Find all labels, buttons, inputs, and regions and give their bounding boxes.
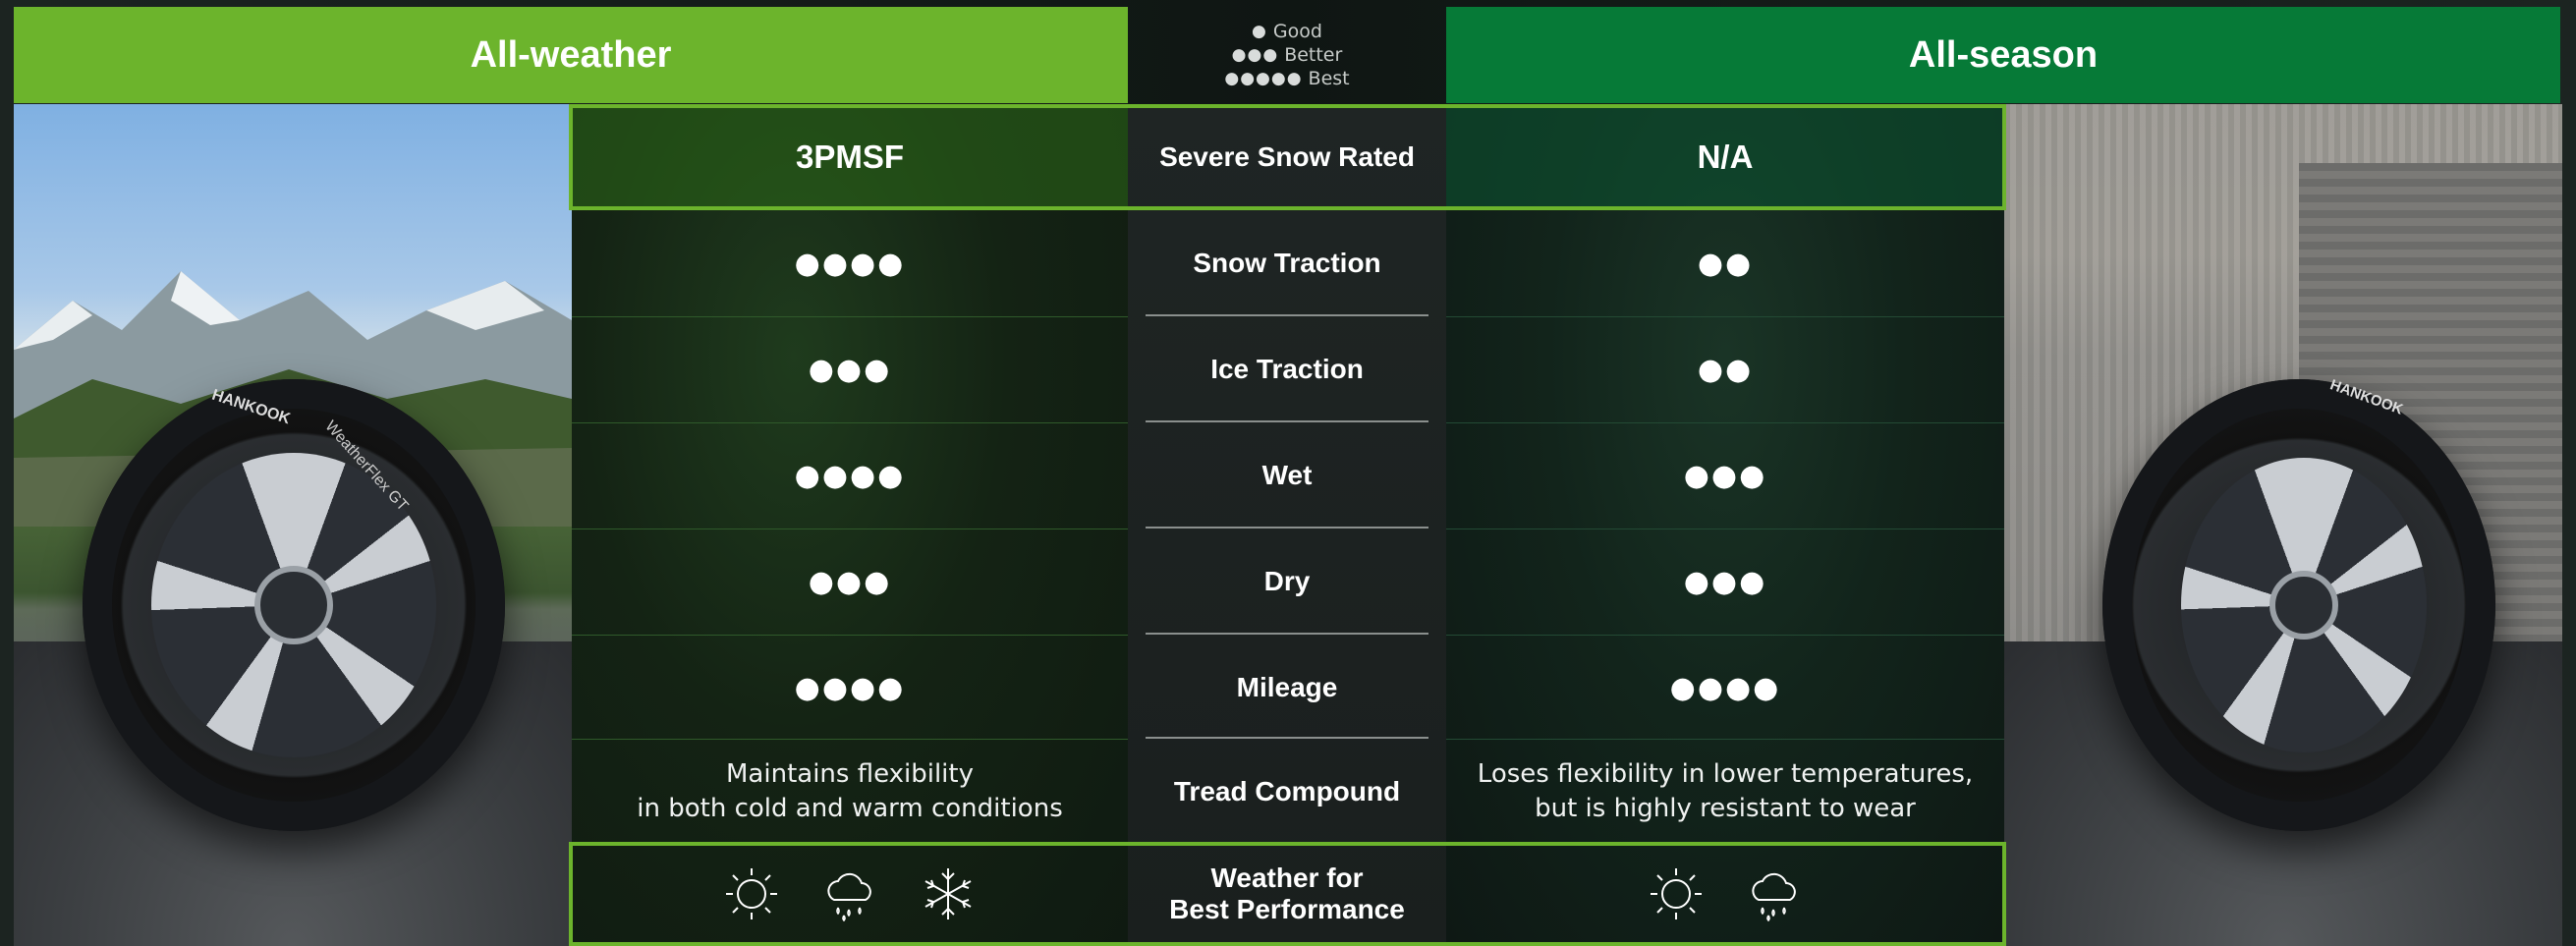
- row-dry-label: Dry: [1128, 529, 1446, 635]
- row-ice-traction-right: ●●: [1446, 316, 2004, 422]
- legend-better-label: Better: [1284, 44, 1343, 66]
- row-weather-right: [1446, 842, 2004, 946]
- row-wet-left: ●●●●: [572, 422, 1128, 529]
- row-severe-snow-label: Severe Snow Rated: [1128, 104, 1446, 210]
- hub-right: [2269, 571, 2338, 640]
- divider: [1446, 316, 2004, 317]
- snow-traction-left-rating: ●●●●: [794, 246, 906, 281]
- row-tread-right: Loses flexibility in lower temperatures,…: [1446, 739, 2004, 845]
- row-snow-traction-right: ●●: [1446, 210, 2004, 316]
- row-ice-traction-left: ●●●: [572, 316, 1128, 422]
- row-ice-traction-label: Ice Traction: [1128, 316, 1446, 422]
- weather-right-icons: [1647, 864, 1804, 923]
- weather-left-icons: [722, 864, 978, 923]
- row-mileage-label: Mileage: [1128, 635, 1446, 741]
- mileage-label: Mileage: [1236, 671, 1338, 702]
- rain-cloud-icon: [827, 872, 871, 922]
- dry-label: Dry: [1263, 565, 1311, 596]
- row-mileage-right: ●●●●: [1446, 635, 2004, 741]
- legend-better: ●●● Better: [1232, 44, 1343, 66]
- row-tread-label: Tread Compound: [1128, 739, 1446, 845]
- divider: [1146, 420, 1428, 422]
- row-dry-right: ●●●: [1446, 529, 2004, 635]
- row-severe-snow-left: 3PMSF: [572, 104, 1128, 210]
- ice-traction-left-rating: ●●●: [808, 352, 892, 387]
- divider: [1146, 527, 1428, 529]
- sun-icon: [1651, 868, 1702, 919]
- legend-better-dots: ●●●: [1231, 45, 1279, 65]
- snowflake-icon: [924, 868, 972, 919]
- row-snow-traction-label: Snow Traction: [1128, 210, 1446, 316]
- mileage-right-rating: ●●●●: [1669, 670, 1781, 705]
- divider: [1146, 737, 1428, 739]
- row-weather-label: Weather for Best Performance: [1128, 842, 1446, 946]
- divider: [572, 739, 1128, 740]
- wet-left-rating: ●●●●: [794, 458, 906, 493]
- all-weather-tire-photo: HANKOOK WeatherFlex GT: [14, 104, 572, 946]
- legend-good: ● Good: [1252, 21, 1322, 42]
- divider: [1446, 739, 2004, 740]
- row-snow-traction-left: ●●●●: [572, 210, 1128, 316]
- dry-left-rating: ●●●: [808, 564, 892, 599]
- divider: [572, 422, 1128, 423]
- row-severe-snow-right: N/A: [1446, 104, 2004, 210]
- all-season-header: All-season: [1446, 7, 2560, 103]
- legend-best-dots: ●●●●●: [1224, 69, 1303, 88]
- row-mileage-left: ●●●●: [572, 635, 1128, 741]
- all-season-tire-photo: HANKOOK: [2004, 104, 2562, 946]
- tread-right-line1: Loses flexibility in lower temperatures,: [1477, 758, 1974, 789]
- ice-traction-label: Ice Traction: [1210, 353, 1364, 384]
- tread-left-description: Maintains flexibility in both cold and w…: [637, 757, 1062, 826]
- row-tread-left: Maintains flexibility in both cold and w…: [572, 739, 1128, 845]
- divider: [572, 316, 1128, 317]
- tread-compound-label: Tread Compound: [1173, 775, 1401, 807]
- weather-label-line2: Best Performance: [1169, 894, 1405, 924]
- divider: [1146, 314, 1428, 316]
- severe-snow-label: Severe Snow Rated: [1159, 140, 1415, 172]
- all-weather-header: All-weather: [14, 7, 1128, 103]
- wet-right-rating: ●●●: [1683, 458, 1767, 493]
- mileage-left-rating: ●●●●: [794, 670, 906, 705]
- rating-legend: ● Good ●●● Better ●●●●● Best: [1128, 7, 1446, 103]
- ice-traction-right-rating: ●●: [1697, 352, 1754, 387]
- tread-right-description: Loses flexibility in lower temperatures,…: [1478, 757, 1973, 826]
- divider: [1446, 635, 2004, 636]
- severe-snow-right-value: N/A: [1697, 139, 1754, 175]
- row-wet-right: ●●●: [1446, 422, 2004, 529]
- divider: [572, 635, 1128, 636]
- legend-best-label: Best: [1308, 68, 1350, 89]
- legend-good-dots: ●: [1252, 22, 1267, 41]
- rain-cloud-icon: [1752, 872, 1796, 922]
- row-weather-left: [572, 842, 1128, 946]
- severe-snow-left-value: 3PMSF: [795, 139, 905, 175]
- divider: [1446, 422, 2004, 423]
- sun-icon: [726, 868, 777, 919]
- weather-label: Weather for Best Performance: [1169, 863, 1405, 925]
- row-dry-left: ●●●: [572, 529, 1128, 635]
- row-wet-label: Wet: [1128, 422, 1446, 529]
- divider: [1146, 633, 1428, 635]
- tread-left-line1: Maintains flexibility: [726, 758, 974, 789]
- snow-traction-label: Snow Traction: [1193, 247, 1381, 278]
- weather-label-line1: Weather for: [1210, 862, 1364, 893]
- legend-best: ●●●●● Best: [1224, 68, 1349, 89]
- legend-good-label: Good: [1272, 21, 1322, 42]
- hub-left: [254, 566, 333, 644]
- wet-label: Wet: [1261, 459, 1313, 490]
- tread-left-line2: in both cold and warm conditions: [637, 794, 1063, 823]
- snow-traction-right-rating: ●●: [1697, 246, 1754, 281]
- tire-left: [83, 379, 505, 831]
- tire-right: [2102, 379, 2495, 831]
- dry-right-rating: ●●●: [1683, 564, 1767, 599]
- tread-right-line2: but is highly resistant to wear: [1535, 794, 1916, 823]
